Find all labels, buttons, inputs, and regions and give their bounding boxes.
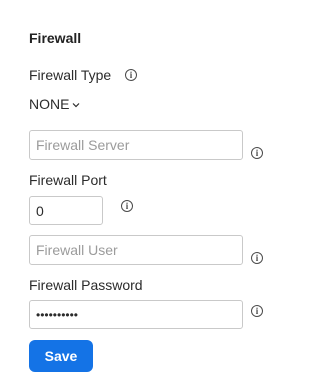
firewall-server-input[interactable] — [29, 130, 243, 160]
firewall-port-label: Firewall Port — [29, 172, 107, 188]
firewall-type-value: NONE — [29, 96, 70, 112]
info-icon[interactable]: i — [251, 147, 263, 159]
firewall-type-label: Firewall Type — [29, 67, 112, 83]
section-title: Firewall — [29, 30, 82, 46]
info-icon[interactable]: i — [121, 200, 133, 212]
firewall-password-label: Firewall Password — [29, 277, 143, 293]
firewall-user-input[interactable] — [29, 235, 243, 265]
info-icon[interactable]: i — [251, 252, 263, 264]
info-icon[interactable]: i — [251, 305, 263, 317]
firewall-port-input[interactable] — [29, 196, 103, 225]
firewall-type-dropdown[interactable]: NONE — [29, 95, 80, 113]
save-button[interactable]: Save — [29, 340, 93, 372]
chevron-down-icon — [72, 95, 80, 113]
firewall-password-input[interactable] — [29, 300, 243, 329]
info-icon[interactable]: i — [125, 69, 137, 81]
